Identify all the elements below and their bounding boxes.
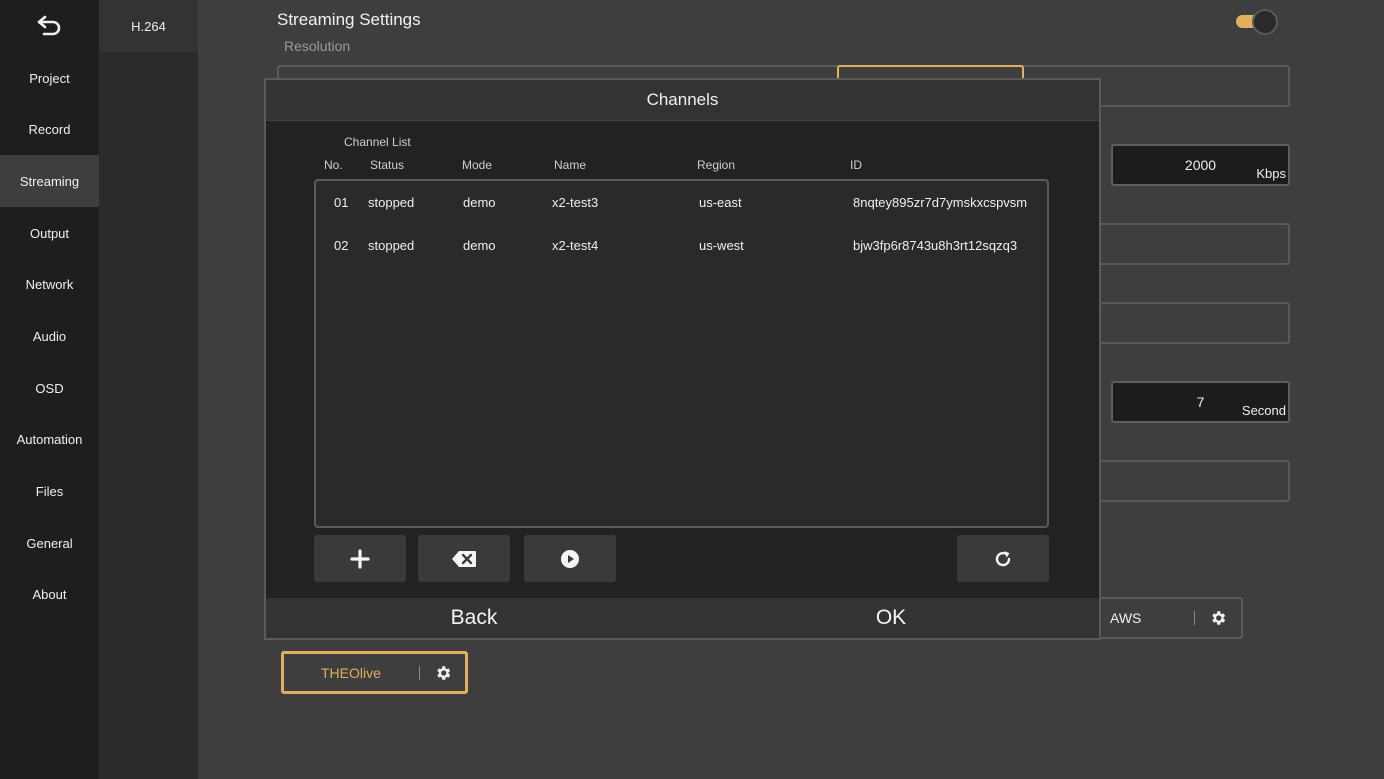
refresh-channels-button[interactable] [957,535,1049,582]
resolution-label: Resolution [284,38,351,54]
divider [419,666,420,680]
column-header-id: ID [850,158,862,172]
sidebar-item-output[interactable]: Output [0,207,99,259]
column-header-name: Name [554,158,587,172]
cell-no: 01 [334,195,349,210]
gear-icon[interactable] [1209,609,1227,627]
cell-mode: demo [463,238,496,253]
column-header-no: No. [324,158,343,172]
sidebar-item-streaming[interactable]: Streaming [0,155,99,207]
sidebar-item-about[interactable]: About [0,568,99,620]
delete-channel-button[interactable] [418,535,510,582]
sidebar-item-automation[interactable]: Automation [0,413,99,465]
bitrate-unit: Kbps [1256,166,1286,181]
sidebar-item-audio[interactable]: Audio [0,310,99,362]
page-title: Streaming Settings [277,10,421,29]
table-row[interactable]: 02 stopped demo x2-test4 us-west bjw3fp6… [316,228,1047,264]
interval-field[interactable]: 7 Second [1111,381,1290,423]
setting-field-6[interactable] [1099,460,1290,502]
ok-button[interactable]: OK [683,598,1099,638]
toggle-knob [1252,9,1278,35]
dialog-title: Channels [266,80,1099,121]
cell-region: us-east [699,195,742,210]
back-dialog-button[interactable]: Back [266,598,682,638]
sidebar-item-project[interactable]: Project [0,52,99,104]
refresh-icon [995,550,1011,566]
column-header-region: Region [697,158,736,172]
start-channel-button[interactable] [524,535,616,582]
sidebar-item-record[interactable]: Record [0,103,99,155]
sidebar-item-network[interactable]: Network [0,258,99,310]
cell-name: x2-test3 [552,195,599,210]
streaming-toggle[interactable] [1236,9,1278,35]
theolive-label: THEOlive [321,665,381,681]
setting-field-3[interactable] [1099,223,1290,265]
plus-icon [350,548,370,569]
sidebar: Project Record Streaming Output Network … [0,0,99,779]
add-channel-button[interactable] [314,535,406,582]
cell-id: 8nqtey895zr7d7ymskxcspvsm [853,195,1028,210]
divider [1194,611,1195,625]
gear-icon[interactable] [434,664,452,682]
setting-field-4[interactable] [1099,302,1290,344]
aws-service-button[interactable]: AWS [1099,597,1243,639]
column-header-status: Status [370,158,405,172]
cell-region: us-west [699,238,744,253]
cell-id: bjw3fp6r8743u8h3rt12sqzq3 [853,238,1018,253]
aws-label: AWS [1110,610,1142,626]
theolive-service-button[interactable]: THEOlive [281,651,468,694]
channels-dialog: Channels Channel List No. Status Mode Na… [264,78,1101,640]
table-row[interactable]: 01 stopped demo x2-test3 us-east 8nqtey8… [316,185,1047,221]
cell-name: x2-test4 [552,238,599,253]
sidebar-item-general[interactable]: General [0,517,99,569]
cell-mode: demo [463,195,496,210]
cell-status: stopped [368,238,415,253]
interval-unit: Second [1241,403,1286,418]
back-arrow-icon [37,15,60,36]
channel-list-title: Channel List [344,135,411,149]
column-header-mode: Mode [462,158,493,172]
channel-list[interactable]: 01 stopped demo x2-test3 us-east 8nqtey8… [314,179,1049,528]
backspace-icon [452,550,476,567]
bitrate-field[interactable]: 2000 Kbps [1111,144,1290,186]
dialog-footer: Back OK [266,598,1099,638]
sidebar-item-osd[interactable]: OSD [0,362,99,414]
sidebar-item-files[interactable]: Files [0,465,99,517]
sub-nav: H.264 [99,0,198,779]
back-button[interactable] [0,0,99,52]
cell-no: 02 [334,238,349,253]
cell-status: stopped [368,195,415,210]
play-icon [561,549,579,568]
sub-nav-item-h264[interactable]: H.264 [99,0,198,52]
